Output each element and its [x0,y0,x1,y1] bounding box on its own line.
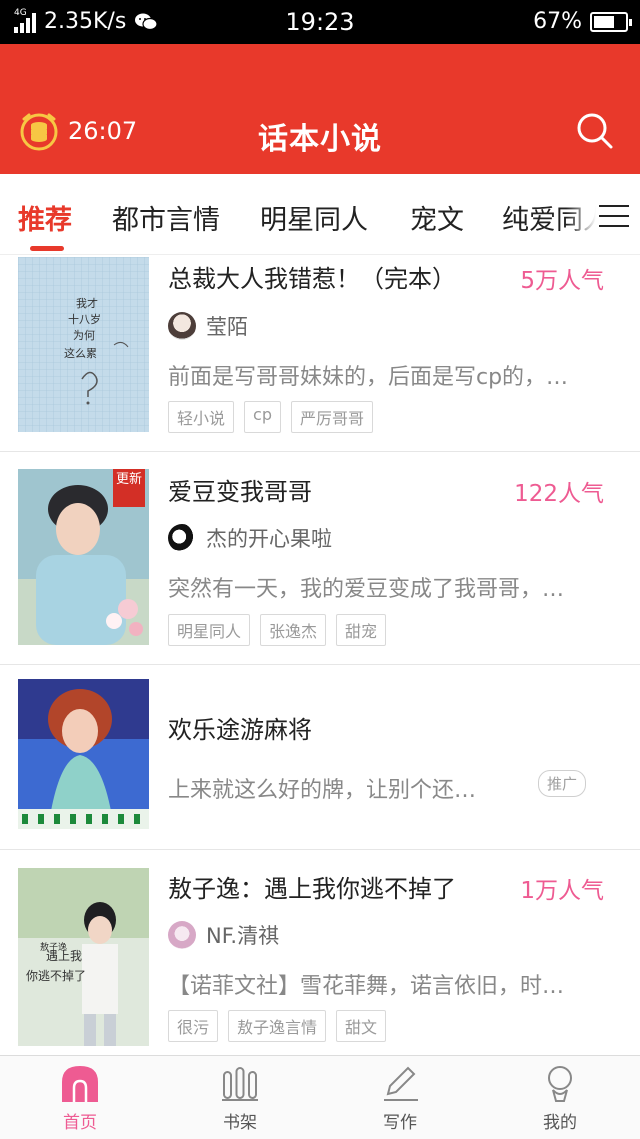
book-cover: 更新 [18,469,149,645]
book-tags: 很污 敖子逸言情 甜文 [168,1010,387,1042]
book-feed: 我才 十八岁 为何 这么累 总裁大人我错惹！（完本） 5万人气 莹陌 前面是写哥… [0,255,640,1055]
tag-chip[interactable]: 很污 [168,1010,219,1042]
nav-write[interactable]: 写作 [340,1064,460,1133]
nav-profile[interactable]: 我的 [500,1064,620,1133]
nav-label: 写作 [383,1113,417,1133]
battery-percent: 67% [533,9,582,34]
book-tags: 明星同人 张逸杰 甜宠 [168,614,387,646]
update-badge: 更新 [113,469,145,507]
author-name: 莹陌 [206,315,248,339]
tag-chip[interactable]: cp [244,401,281,433]
author-avatar [168,921,196,949]
nav-label: 首页 [63,1113,97,1133]
book-card[interactable]: 遇上我 你逃不掉了 敖子逸 敖子逸：遇上我你逃不掉了 1万人气 NF.清祺 【诺… [0,850,640,1055]
svg-text:你逃不掉了: 你逃不掉了 [26,969,86,983]
tag-chip[interactable]: 轻小说 [168,401,235,433]
author-name: 杰的开心果啦 [206,527,332,551]
book-title: 总裁大人我错惹！（完本） [168,265,456,293]
bottom-nav: 首页 书架 写作 我的 [0,1055,640,1139]
author-name: NF.清祺 [206,924,280,948]
bookshelf-icon [222,1067,258,1101]
book-cover: 我才 十八岁 为何 这么累 [18,257,149,432]
category-tabs: 推荐 都市言情 明星同人 宠文 纯爱同人 [0,174,640,255]
svg-text:十八岁: 十八岁 [68,312,101,326]
active-tab-indicator [30,246,64,251]
book-description: 突然有一天，我的爱豆变成了我哥哥，… [168,577,565,602]
home-icon [62,1066,98,1102]
app-header: 26:07 话本小说 [0,44,640,174]
tag-chip[interactable]: 张逸杰 [260,614,327,646]
book-author: 莹陌 [168,311,248,341]
status-bar: 4G 2.35K/s 19:23 67% [0,0,640,44]
battery-icon [590,11,632,32]
tag-chip[interactable]: 敖子逸言情 [228,1010,327,1042]
book-cover: 遇上我 你逃不掉了 敖子逸 [18,868,149,1046]
tag-chip[interactable]: 明星同人 [168,614,251,646]
tag-chip[interactable]: 甜宠 [336,614,387,646]
book-card[interactable]: 更新 爱豆变我哥哥 122人气 杰的开心果啦 突然有一天，我的爱豆变成了我哥哥，… [0,452,640,665]
book-card[interactable]: 我才 十八岁 为何 这么累 总裁大人我错惹！（完本） 5万人气 莹陌 前面是写哥… [0,255,640,452]
app-title: 话本小说 [258,122,382,157]
search-icon [577,113,613,149]
book-author: 杰的开心果啦 [168,523,332,553]
promo-badge: 推广 [537,770,586,797]
tab-celebrity-fanfic[interactable]: 明星同人 [260,198,368,237]
nav-label: 书架 [223,1113,257,1133]
book-description: 【诺菲文社】雪花菲舞，诺言依旧，时… [168,974,565,999]
nav-label: 我的 [543,1113,577,1133]
category-menu-button[interactable] [596,200,632,234]
promo-description: 上来就这么好的牌，让别个还… [168,778,477,803]
book-popularity: 122人气 [514,481,604,507]
tag-chip[interactable]: 甜文 [336,1010,387,1042]
nav-home[interactable]: 首页 [20,1064,140,1133]
svg-text:这么累: 这么累 [64,346,97,360]
promo-image [18,679,149,829]
promo-title: 欢乐途游麻将 [168,716,312,744]
tab-pampering[interactable]: 宠文 [410,198,464,237]
profile-icon [548,1066,572,1102]
svg-text:我才: 我才 [76,296,98,310]
book-tags: 轻小说 cp 严厉哥哥 [168,401,373,433]
promo-card[interactable]: 欢乐途游麻将 上来就这么好的牌，让别个还… 推广 [0,665,640,850]
author-avatar [168,312,196,340]
svg-text:为何: 为何 [73,329,95,342]
book-title: 敖子逸：遇上我你逃不掉了 [168,875,456,903]
nav-bookshelf[interactable]: 书架 [180,1064,300,1133]
book-title: 爱豆变我哥哥 [168,478,312,506]
book-popularity: 5万人气 [520,268,604,294]
book-description: 前面是写哥哥妹妹的，后面是写cp的，… [168,365,569,390]
tab-recommend[interactable]: 推荐 [18,198,72,237]
pen-icon [384,1066,418,1101]
search-button[interactable] [576,112,614,154]
author-avatar [168,524,196,552]
tab-urban-romance[interactable]: 都市言情 [112,198,220,237]
tag-chip[interactable]: 严厉哥哥 [290,401,373,433]
svg-text:敖子逸: 敖子逸 [40,941,67,953]
menu-icon [599,205,629,207]
book-popularity: 1万人气 [520,878,604,904]
book-author: NF.清祺 [168,920,279,950]
